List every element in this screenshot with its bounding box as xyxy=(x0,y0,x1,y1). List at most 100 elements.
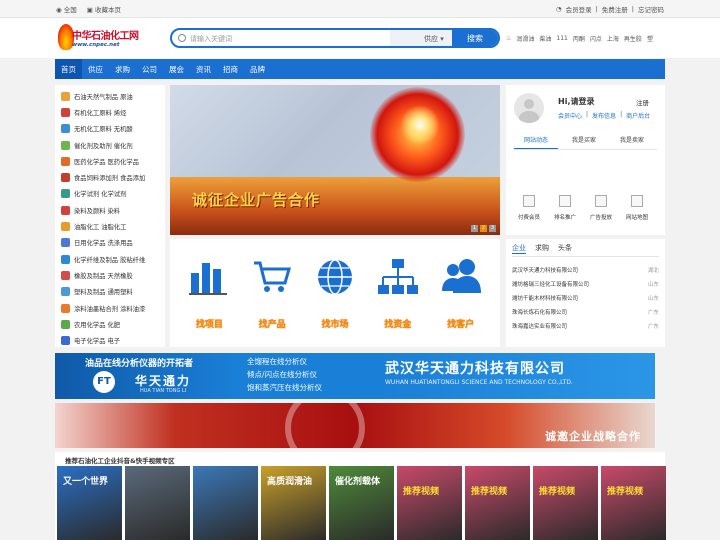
user-panel: Hi,请登录 注册 会员中心 | 发布信息 | 商户后台 网站动态 我是买家 我… xyxy=(506,85,665,235)
category-item[interactable]: 食品饲料添加剂 食品添加 xyxy=(61,169,165,185)
category-icon xyxy=(61,222,70,232)
hot-word[interactable]: 上海 xyxy=(607,34,619,43)
video-thumbnail[interactable]: 高质润滑油 xyxy=(261,466,326,540)
tab-seller[interactable]: 我是卖家 xyxy=(610,133,654,149)
category-item[interactable]: 石油天然气制品 原油 xyxy=(61,88,165,104)
hot-word[interactable]: 柴油 xyxy=(539,34,551,43)
tab-company[interactable]: 企业 xyxy=(512,243,526,254)
company-list-item[interactable]: 武汉华天通力科技有限公司 湖北 xyxy=(512,263,659,277)
search-type-select[interactable]: 供应 ▾ xyxy=(390,30,454,46)
tool-product[interactable]: 找产品 xyxy=(245,255,299,347)
category-item[interactable]: 橡胶及制品 天然橡胶 xyxy=(61,267,165,283)
category-icon xyxy=(61,140,70,150)
video-thumbnail[interactable]: 推荐视频 xyxy=(601,466,666,540)
image-icon xyxy=(559,195,571,207)
category-icon xyxy=(61,238,70,248)
publish-link[interactable]: 发布信息 xyxy=(592,111,616,120)
nav-investment[interactable]: 招商 xyxy=(217,59,244,79)
video-thumbnail[interactable]: 催化剂载体 xyxy=(329,466,394,540)
category-item[interactable]: 催化剂及助剂 催化剂 xyxy=(61,137,165,153)
paid-member-button[interactable]: 付费会员 xyxy=(514,195,544,221)
video-thumbnail[interactable]: 推荐视频 xyxy=(397,466,462,540)
category-item[interactable]: 染料及颜料 染料 xyxy=(61,202,165,218)
category-item[interactable]: 农用化学品 化肥 xyxy=(61,316,165,332)
hot-word[interactable]: 塑 xyxy=(647,34,653,43)
category-item[interactable]: 日用化学品 洗涤用品 xyxy=(61,235,165,251)
category-item[interactable]: 化学纤维及制品 胶粘纤维 xyxy=(61,251,165,267)
banner-page-2[interactable]: 2 xyxy=(480,225,487,232)
ad2-slogan: 诚邀企业战略合作 xyxy=(545,430,641,443)
tool-fund[interactable]: 找资金 xyxy=(371,255,425,347)
category-item[interactable]: 塑料及制品 通用塑料 xyxy=(61,284,165,300)
category-item[interactable]: 涂料油墨粘合剂 涂料油漆 xyxy=(61,300,165,316)
register-link[interactable]: 免费注册 xyxy=(602,4,628,14)
search-input[interactable]: 请输入关键词 xyxy=(190,34,232,44)
tab-buyer[interactable]: 我是买家 xyxy=(562,133,606,149)
company-list-item[interactable]: 潍坊千能木材科技有限公司 山东 xyxy=(512,291,659,305)
nav-brand[interactable]: 品牌 xyxy=(244,59,271,79)
category-icon xyxy=(61,189,70,199)
search-button[interactable]: 搜索 xyxy=(452,30,498,46)
video-section: 推荐石油化工企业抖音&快手视频专区 又一个世界 高质润滑油 催化剂载体 推荐视频 推荐视… xyxy=(55,452,666,540)
quick-tools: 找项目 找产品 找市场 找资金 找客户 xyxy=(170,239,500,347)
nav-company[interactable]: 公司 xyxy=(136,59,163,79)
video-thumbnail[interactable]: 推荐视频 xyxy=(533,466,598,540)
category-item[interactable]: 有机化工原料 烯烃 xyxy=(61,104,165,120)
nav-purchase[interactable]: 求购 xyxy=(109,59,136,79)
video-thumbnail[interactable] xyxy=(193,466,258,540)
nav-supply[interactable]: 供应 xyxy=(82,59,109,79)
hot-word[interactable]: 111 xyxy=(556,35,567,42)
hot-word[interactable]: 再生胶 xyxy=(624,34,642,43)
banner-page-3[interactable]: 3 xyxy=(489,225,496,232)
ft-logo-icon: FT xyxy=(93,371,115,393)
main-banner[interactable]: 诚征企业广告合作 1 2 3 xyxy=(170,85,500,235)
category-item[interactable]: 化学试剂 化学试剂 xyxy=(61,186,165,202)
banner-pager: 1 2 3 xyxy=(471,225,496,232)
avatar xyxy=(514,93,544,123)
tool-customer[interactable]: 找客户 xyxy=(434,255,488,347)
ad-placement-button[interactable]: 广告投放 xyxy=(586,195,616,221)
company-list-item[interactable]: 潍坊格瑞三烃化工设备有限公司 山东 xyxy=(512,277,659,291)
category-icon xyxy=(61,91,70,101)
tool-project[interactable]: 找项目 xyxy=(182,255,236,347)
bar-chart-icon xyxy=(189,263,228,295)
company-ad-banner[interactable]: 油品在线分析仪器的开拓者 FT 华天通力 HUA TIAN TONG LI 全馏… xyxy=(55,353,655,399)
ranking-button[interactable]: 排名推广 xyxy=(550,195,580,221)
tab-purchase[interactable]: 求购 xyxy=(535,243,549,254)
login-prompt[interactable]: Hi,请登录 xyxy=(558,96,594,107)
forgot-password-link[interactable]: 忘记密码 xyxy=(638,4,664,14)
company-list-item[interactable]: 珠海嘉达实业有限公司 广东 xyxy=(512,319,659,333)
register-link[interactable]: 注册 xyxy=(636,97,649,107)
favorite-link[interactable]: ▣ 收藏本页 xyxy=(87,4,121,14)
tool-market[interactable]: 找市场 xyxy=(308,255,362,347)
category-icon xyxy=(61,270,70,280)
site-logo[interactable]: 中华石油化工网 www.cnpec.net xyxy=(58,24,146,54)
hot-word[interactable]: 闪点 xyxy=(590,34,602,43)
section-title: 推荐石油化工企业抖音&快手视频专区 xyxy=(65,457,175,465)
tab-site-news[interactable]: 网站动态 xyxy=(514,133,558,149)
category-item[interactable]: 医药化学品 医药化学品 xyxy=(61,153,165,169)
sitemap-button[interactable]: 网站地图 xyxy=(622,195,652,221)
login-link[interactable]: 会员登录 xyxy=(566,4,592,14)
company-list-item[interactable]: 珠海长炼石化有限公司 广东 xyxy=(512,305,659,319)
nav-exhibition[interactable]: 展会 xyxy=(163,59,190,79)
tab-headline[interactable]: 头条 xyxy=(558,243,572,254)
banner-page-1[interactable]: 1 xyxy=(471,225,478,232)
hot-word[interactable]: 丙酮 xyxy=(573,34,585,43)
cooperation-ad-banner[interactable]: 诚邀企业战略合作 xyxy=(55,403,655,448)
nav-news[interactable]: 资讯 xyxy=(190,59,217,79)
category-icon xyxy=(61,287,70,297)
category-item[interactable]: 电子化学品 电子 xyxy=(61,332,165,348)
category-item[interactable]: 油脂化工 油脂化工 xyxy=(61,218,165,234)
member-center-link[interactable]: 会员中心 xyxy=(558,111,582,120)
video-thumbnail[interactable]: 又一个世界 xyxy=(57,466,122,540)
video-thumbnail[interactable] xyxy=(125,466,190,540)
image-icon xyxy=(595,195,607,207)
location-link[interactable]: ◉ 全国 xyxy=(56,4,77,14)
category-item[interactable]: 无机化工原料 无机酸 xyxy=(61,121,165,137)
video-thumbnail[interactable]: 推荐视频 xyxy=(465,466,530,540)
hot-word[interactable]: 润滑油 xyxy=(516,34,534,43)
ad-brand-cn: 华天通力 xyxy=(135,374,192,388)
nav-home[interactable]: 首页 xyxy=(55,59,82,79)
merchant-backend-link[interactable]: 商户后台 xyxy=(626,111,650,120)
